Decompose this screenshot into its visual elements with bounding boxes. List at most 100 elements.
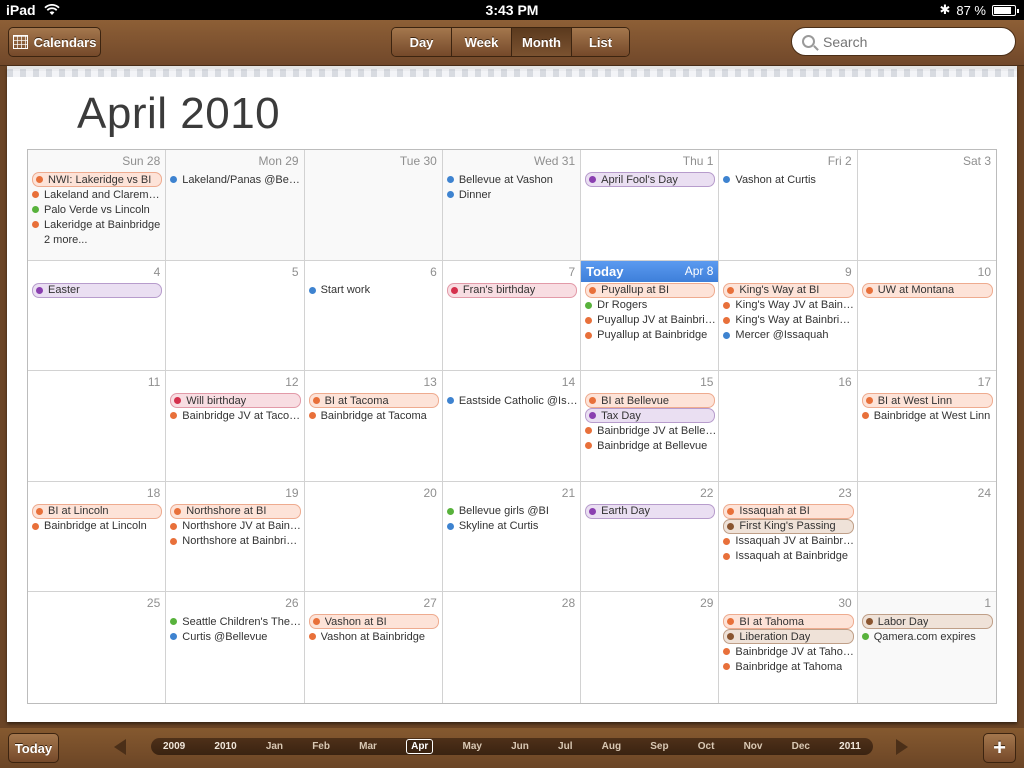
calendar-event[interactable]: Bainbridge at West Linn: [861, 408, 994, 423]
day-cell[interactable]: Thu 1 April Fool's Day: [581, 150, 720, 261]
calendar-event[interactable]: Bainbridge at Tahoma: [723, 659, 854, 674]
calendar-event[interactable]: Puyallup JV at Bainbridge: [585, 313, 716, 328]
calendar-event[interactable]: Lakeridge at Bainbridge: [32, 217, 163, 232]
calendar-event[interactable]: Lakeland/Panas @Bellevue: [170, 172, 302, 187]
calendar-event[interactable]: BI at Bellevue: [585, 393, 716, 409]
day-cell[interactable]: 23 Issaquah at BI First King's Passing Issa…: [719, 481, 858, 593]
timeline-feb[interactable]: Feb: [312, 741, 330, 752]
calendar-event[interactable]: Dr Rogers: [585, 298, 716, 313]
calendar-event[interactable]: Bainbridge at Lincoln: [32, 519, 163, 534]
calendar-event[interactable]: King's Way JV at Bainbridge: [723, 298, 855, 313]
calendar-event[interactable]: Bainbridge JV at Tahoma: [723, 644, 855, 659]
day-cell[interactable]: 28: [443, 592, 582, 703]
month-timeline-scrubber[interactable]: 2009 2010 Jan Feb Mar Apr May Jun Jul Aug Sep Oct No…: [151, 738, 873, 755]
calendar-event[interactable]: Vashon at BI: [308, 614, 439, 630]
calendar-event[interactable]: BI at West Linn: [861, 393, 993, 409]
calendar-event[interactable]: Puyallup at Bainbridge: [585, 328, 716, 343]
day-cell[interactable]: 20: [304, 481, 443, 593]
day-cell[interactable]: 13 BI at Tacoma Bainbridge at Tacoma: [304, 371, 443, 482]
calendar-event[interactable]: BI at Tacoma: [308, 393, 439, 409]
calendar-event[interactable]: Bellevue girls @BI: [446, 504, 578, 519]
day-cell[interactable]: 29: [581, 592, 720, 703]
timeline-jun[interactable]: Jun: [511, 741, 529, 752]
timeline-jul[interactable]: Jul: [558, 741, 572, 752]
calendar-event[interactable]: Earth Day: [585, 503, 716, 519]
calendars-button[interactable]: Calendars: [8, 27, 101, 57]
calendar-event[interactable]: Bainbridge JV at Tacoma: [170, 408, 302, 423]
day-cell[interactable]: 25: [28, 592, 167, 703]
day-cell[interactable]: 11: [28, 371, 167, 482]
search-input[interactable]: [823, 33, 993, 50]
calendar-event[interactable]: Fran's birthday: [446, 282, 578, 298]
day-cell[interactable]: 9 King's Way at BI King's Way JV at Bainbr…: [719, 260, 858, 372]
calendar-event[interactable]: Start work: [308, 283, 440, 298]
day-cell[interactable]: Mon 29 Lakeland/Panas @Bellevue: [166, 150, 305, 261]
calendar-event[interactable]: Puyallup at BI: [585, 282, 716, 298]
day-cell[interactable]: 18 BI at Lincoln Bainbridge at Lincoln: [28, 481, 167, 593]
day-cell[interactable]: 7 Fran's birthday: [442, 260, 582, 372]
day-cell[interactable]: 12 Will birthday Bainbridge JV at Tacoma: [166, 371, 305, 482]
calendar-event[interactable]: Vashon at Curtis: [723, 172, 854, 187]
calendar-event[interactable]: Issaquah JV at Bainbridge: [723, 534, 855, 549]
day-cell[interactable]: 10 UW at Montana: [857, 261, 996, 372]
calendar-event[interactable]: Northshore at BI: [170, 503, 301, 519]
next-month-arrow-icon[interactable]: [896, 739, 908, 755]
calendar-event[interactable]: NWI: Lakeridge vs BI: [32, 172, 163, 187]
calendar-event[interactable]: Qamera.com expires: [861, 629, 994, 644]
timeline-nov[interactable]: Nov: [744, 741, 763, 752]
view-tab-month[interactable]: Month: [512, 28, 572, 56]
calendar-event[interactable]: Palo Verde vs Lincoln: [32, 202, 163, 217]
calendar-event[interactable]: King's Way at Bainbridge: [723, 313, 855, 328]
timeline-mar[interactable]: Mar: [359, 741, 377, 752]
calendar-event[interactable]: Skyline at Curtis: [446, 519, 578, 534]
day-cell[interactable]: 4 Easter: [28, 260, 167, 372]
day-cell[interactable]: 15 BI at Bellevue Tax Day Bainbridge JV at …: [581, 371, 720, 482]
previous-month-arrow-icon[interactable]: [114, 739, 126, 755]
calendar-event[interactable]: BI at Tahoma: [723, 614, 854, 630]
day-cell[interactable]: 14 Eastside Catholic @Issaquah: [442, 371, 582, 482]
calendar-event[interactable]: UW at Montana: [861, 282, 993, 298]
day-cell[interactable]: Tue 30: [304, 150, 443, 261]
day-cell[interactable]: 21 Bellevue girls @BI Skyline at Curtis: [442, 481, 582, 593]
calendar-event[interactable]: Northshore JV at Bainbridge: [170, 519, 302, 534]
calendar-event[interactable]: King's Way at BI: [723, 282, 854, 298]
calendar-event[interactable]: Bellevue at Vashon: [446, 172, 578, 187]
day-cell[interactable]: Sat 3: [857, 150, 996, 261]
day-cell[interactable]: 1 Labor Day Qamera.com expires: [857, 592, 996, 703]
timeline-apr[interactable]: Apr: [406, 739, 434, 754]
add-event-button[interactable]: +: [983, 733, 1016, 763]
day-cell[interactable]: 26 Seattle Children's Theatre Curtis @Bell…: [166, 592, 305, 703]
day-cell[interactable]: 22 Earth Day: [581, 481, 720, 593]
calendar-event[interactable]: First King's Passing: [723, 518, 854, 534]
day-cell[interactable]: 27 Vashon at BI Vashon at Bainbridge: [305, 592, 443, 703]
calendar-event[interactable]: Vashon at Bainbridge: [308, 629, 440, 644]
view-tab-list[interactable]: List: [572, 28, 629, 56]
calendar-event[interactable]: Lakeland and Claremont: [32, 187, 163, 202]
calendar-event[interactable]: Bainbridge at Bellevue: [585, 438, 716, 453]
day-cell[interactable]: Wed 31 Bellevue at Vashon Dinner: [442, 150, 582, 261]
calendar-event[interactable]: Dinner: [446, 187, 578, 202]
timeline-aug[interactable]: Aug: [602, 741, 621, 752]
calendar-event[interactable]: Issaquah at Bainbridge: [723, 549, 854, 564]
calendar-event[interactable]: Will birthday: [170, 393, 301, 409]
timeline-jan[interactable]: Jan: [266, 741, 283, 752]
timeline-2011[interactable]: 2011: [839, 741, 861, 752]
calendar-event[interactable]: Mercer @Issaquah: [723, 328, 854, 343]
day-cell[interactable]: 6 Start work: [304, 260, 443, 372]
day-cell[interactable]: 17 BI at West Linn Bainbridge at West Linn: [857, 371, 996, 482]
view-tab-day[interactable]: Day: [392, 28, 452, 56]
calendar-event[interactable]: Easter: [32, 282, 163, 298]
timeline-may[interactable]: May: [462, 741, 481, 752]
calendar-event[interactable]: Issaquah at BI: [723, 503, 854, 519]
timeline-sep[interactable]: Sep: [650, 741, 668, 752]
more-events-link[interactable]: 2 more...: [32, 232, 163, 247]
calendar-event[interactable]: BI at Lincoln: [32, 503, 163, 519]
day-cell[interactable]: Fri 2 Vashon at Curtis: [719, 150, 858, 261]
day-cell[interactable]: 24: [857, 482, 996, 593]
calendar-event[interactable]: April Fool's Day: [585, 172, 716, 187]
calendar-event[interactable]: Seattle Children's Theatre: [170, 614, 302, 629]
timeline-2010[interactable]: 2010: [214, 741, 236, 752]
today-button[interactable]: Today: [8, 733, 59, 763]
day-cell[interactable]: 19 Northshore at BI Northshore JV at Bainb…: [166, 481, 305, 593]
day-cell[interactable]: 5: [166, 260, 305, 372]
